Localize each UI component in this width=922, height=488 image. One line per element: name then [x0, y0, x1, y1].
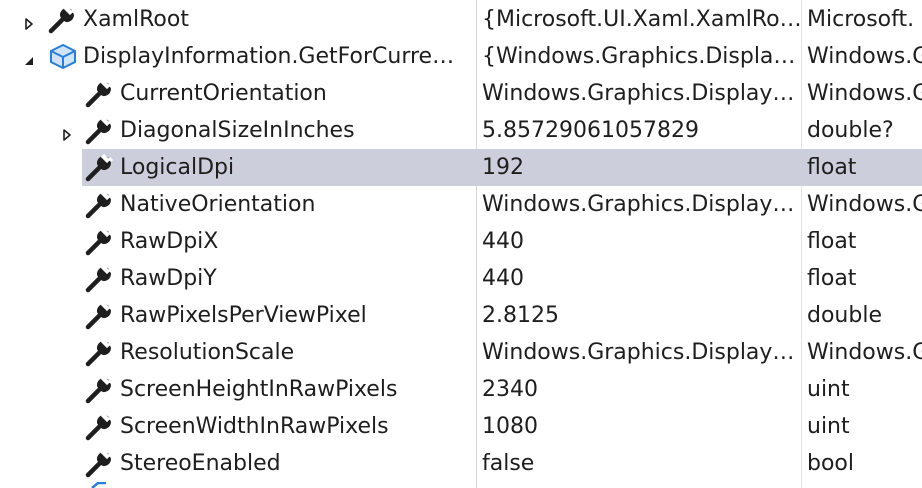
property-name: RawDpiY — [120, 266, 217, 291]
watch-row[interactable]: DisplayInformation.GetForCurre… {Windows.… — [0, 38, 922, 75]
watch-row[interactable]: NativeOrientation Windows.Graphics.Displa… — [0, 186, 922, 223]
property-type: bool — [807, 451, 854, 476]
property-type: uint — [807, 414, 850, 439]
property-value[interactable]: 5.85729061057829 — [476, 112, 807, 149]
wrench-icon — [85, 300, 115, 330]
property-type: float — [807, 229, 857, 254]
property-value[interactable]: {Windows.Graphics.Displa… — [476, 38, 807, 75]
wrench-icon — [85, 189, 115, 219]
property-value[interactable]: {Microsoft.UI.Xaml.XamlRo… — [476, 1, 807, 38]
watch-row[interactable]: ScreenWidthInRawPixels 1080 uint — [0, 408, 922, 445]
property-name: XamlRoot — [83, 7, 189, 32]
collapsed-triangle-icon[interactable] — [22, 12, 36, 30]
property-name: NativeOrientation — [120, 192, 316, 217]
property-type: double — [807, 303, 882, 328]
wrench-icon — [85, 78, 115, 108]
property-value[interactable]: 2340 — [476, 371, 807, 408]
property-name: ScreenHeightInRawPixels — [120, 377, 398, 402]
property-type: Windows.G — [807, 44, 922, 69]
property-type: Microsoft. — [807, 7, 915, 32]
property-value[interactable]: Windows.Graphics.Display… — [476, 334, 807, 371]
property-value[interactable]: 1080 — [476, 408, 807, 445]
property-name: DiagonalSizeInInches — [120, 118, 355, 143]
wrench-icon — [85, 374, 115, 404]
wrench-icon — [85, 448, 115, 478]
collapsed-triangle-icon[interactable] — [60, 123, 74, 141]
partial-next-row — [0, 482, 922, 488]
expanded-triangle-icon[interactable] — [22, 49, 36, 65]
watch-row[interactable]: CurrentOrientation Windows.Graphics.Displ… — [0, 75, 922, 112]
property-value[interactable]: 2.8125 — [476, 297, 807, 334]
wrench-icon — [85, 115, 115, 145]
property-name: ScreenWidthInRawPixels — [120, 414, 389, 439]
watch-row[interactable]: ResolutionScale Windows.Graphics.Display…… — [0, 334, 922, 371]
property-type: Windows.G — [807, 192, 922, 217]
property-name: StereoEnabled — [120, 451, 281, 476]
property-value[interactable]: Windows.Graphics.Display… — [476, 186, 807, 223]
property-name: DisplayInformation.GetForCurre… — [83, 44, 455, 69]
property-value[interactable]: Windows.Graphics.Display… — [476, 75, 807, 112]
wrench-icon — [85, 337, 115, 367]
property-value[interactable]: 440 — [476, 260, 807, 297]
property-value[interactable]: 440 — [476, 223, 807, 260]
watch-row[interactable]: RawDpiX 440 float — [0, 223, 922, 260]
property-type: float — [807, 266, 857, 291]
watch-row[interactable]: LogicalDpi 192 float — [0, 149, 922, 186]
property-type: double? — [807, 118, 894, 143]
property-name: RawDpiX — [120, 229, 219, 254]
wrench-icon — [85, 226, 115, 256]
property-type: float — [807, 155, 857, 180]
wrench-icon — [48, 4, 78, 34]
property-name: RawPixelsPerViewPixel — [120, 303, 367, 328]
watch-row[interactable]: StereoEnabled false bool — [0, 445, 922, 482]
watch-row[interactable]: RawPixelsPerViewPixel 2.8125 double — [0, 297, 922, 334]
property-name: ResolutionScale — [120, 340, 295, 365]
property-name: CurrentOrientation — [120, 81, 327, 106]
property-type: uint — [807, 377, 850, 402]
object-icon — [48, 41, 78, 71]
watch-window-grid: XamlRoot {Microsoft.UI.Xaml.XamlRo… Micros… — [0, 0, 922, 488]
wrench-icon — [85, 263, 115, 293]
property-value[interactable]: false — [476, 445, 807, 482]
watch-row[interactable]: DiagonalSizeInInches 5.85729061057829 doub… — [0, 112, 922, 149]
property-type: Windows.G — [807, 340, 922, 365]
wrench-icon — [85, 152, 115, 182]
property-value[interactable]: 192 — [476, 149, 807, 186]
watch-row[interactable]: XamlRoot {Microsoft.UI.Xaml.XamlRo… Micros… — [0, 1, 922, 38]
watch-row[interactable]: ScreenHeightInRawPixels 2340 uint — [0, 371, 922, 408]
wrench-icon — [85, 411, 115, 441]
property-name: LogicalDpi — [120, 155, 235, 180]
property-type: Windows.G — [807, 81, 922, 106]
watch-row[interactable]: RawDpiY 440 float — [0, 260, 922, 297]
